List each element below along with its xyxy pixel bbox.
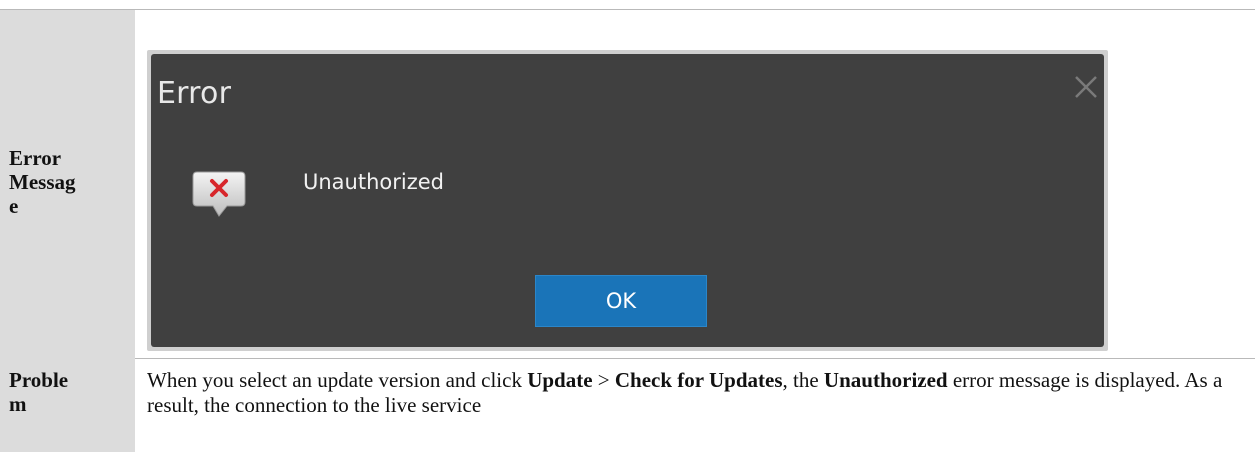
troubleshooting-table: Error Message Problem Error Unauthorized… [0,0,1255,452]
problem-description: When you select an update version and cl… [147,368,1242,418]
problem-text-3: , the [782,368,824,392]
row-divider [135,358,1255,359]
unauthorized-ref: Unauthorized [823,368,948,392]
problem-text-2: > [592,368,615,392]
update-menu-ref: Update [527,368,593,392]
dialog-screenshot: Error Unauthorized OK [147,50,1108,351]
problem-text-1: When you select an update version and cl… [147,368,528,392]
row-label-error-message: Error Message [9,146,76,218]
dialog-title: Error [157,76,232,111]
ok-button[interactable]: OK [535,275,707,327]
close-icon[interactable] [1071,72,1101,102]
row-label-problem: Problem [9,368,69,416]
dialog-message: Unauthorized [303,170,444,194]
error-icon [192,171,246,217]
table-top-border [0,9,1255,10]
error-dialog: Error Unauthorized OK [151,54,1104,347]
check-for-updates-ref: Check for Updates [614,368,783,392]
